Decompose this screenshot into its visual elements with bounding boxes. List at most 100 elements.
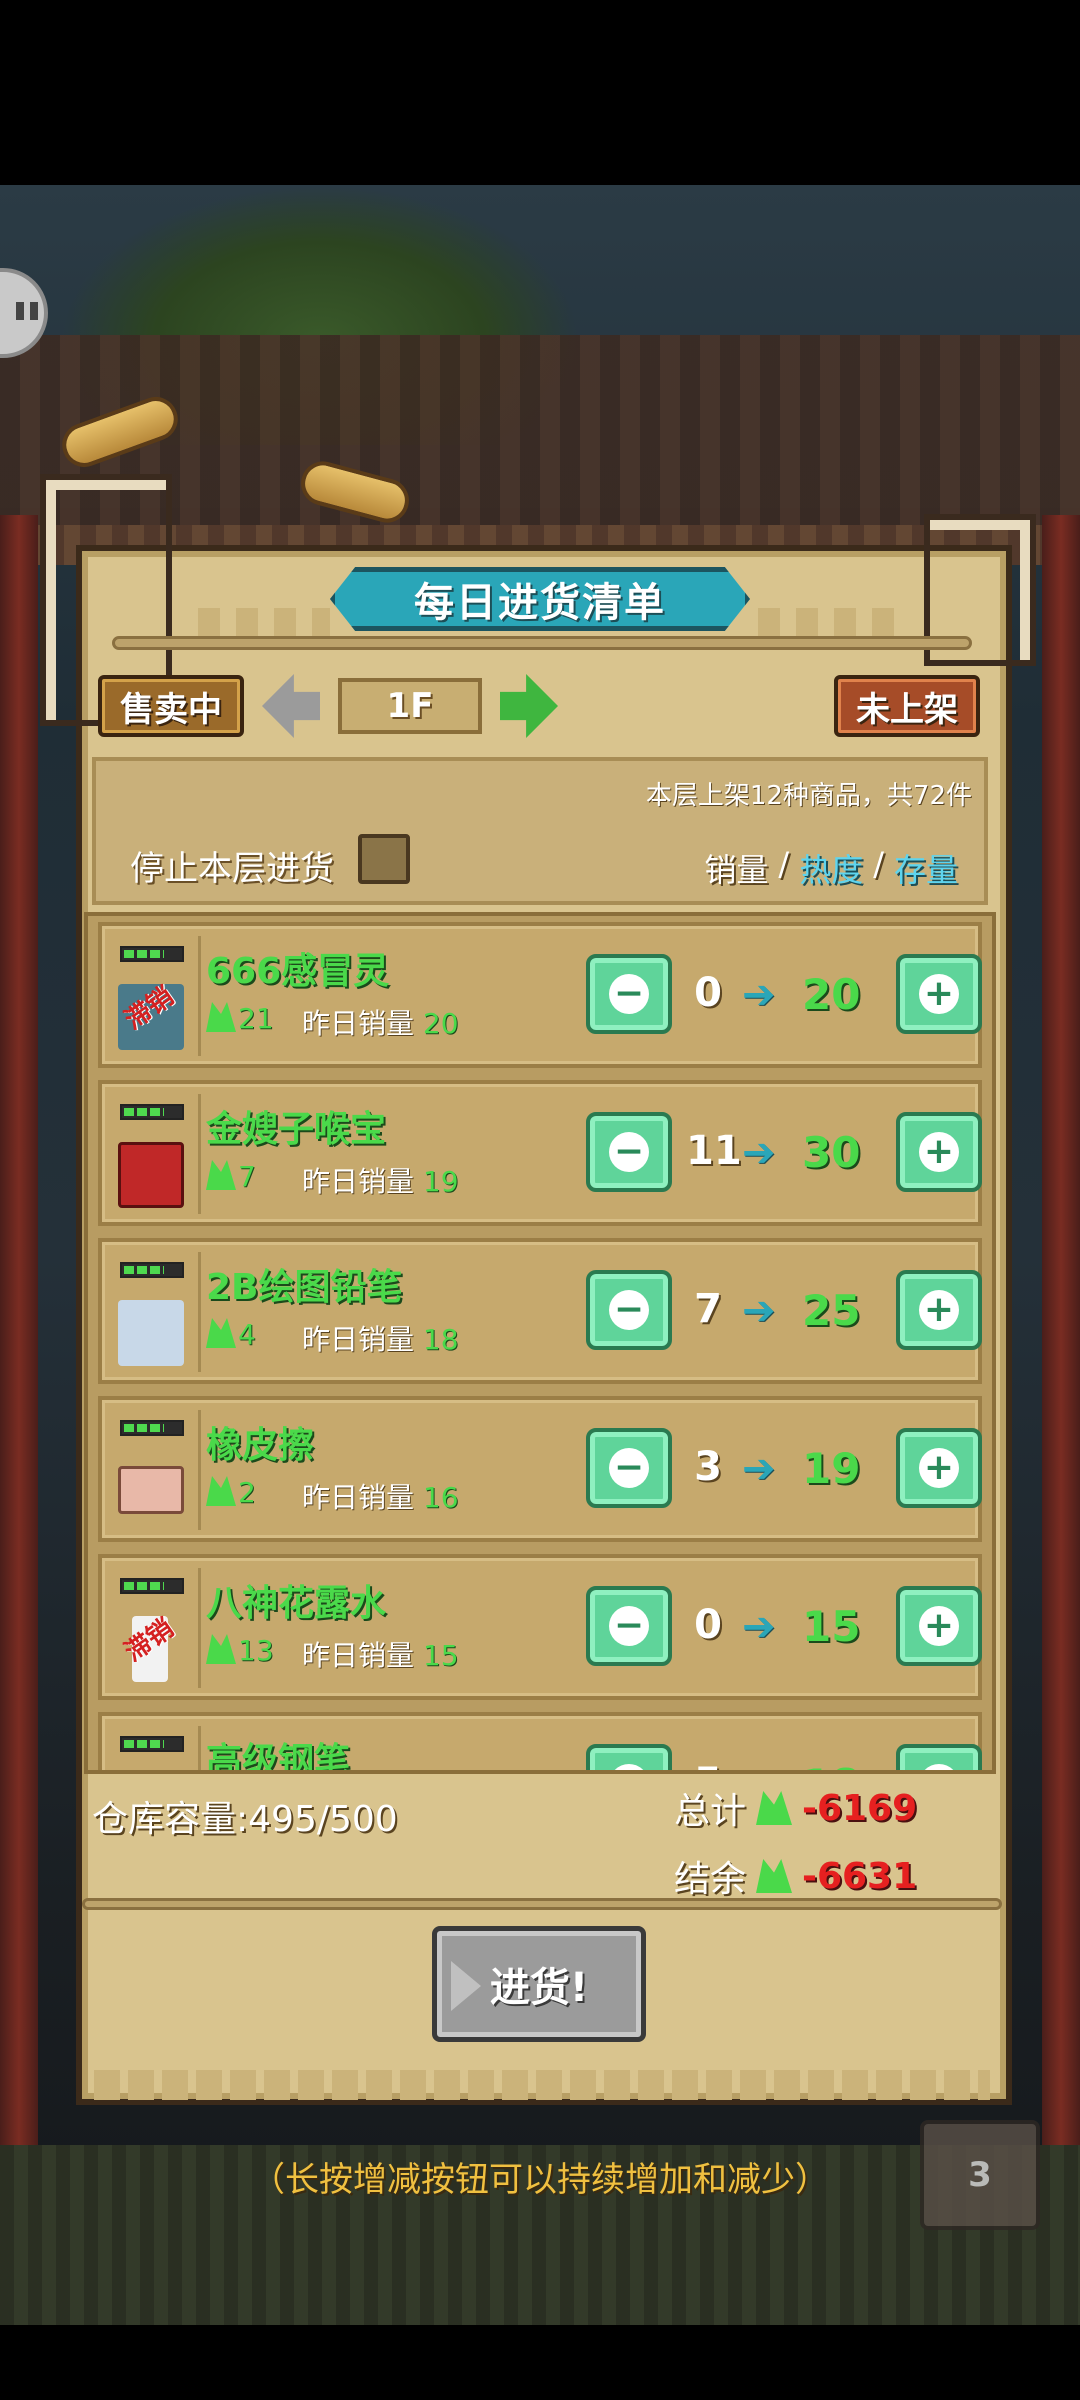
unsold-stamp: 滞销 [119, 1613, 180, 1668]
heat-level-bar [120, 1420, 184, 1436]
yesterday-sales: 昨日销量 15 [302, 1639, 459, 1672]
yesterday-sales: 昨日销量 16 [302, 1481, 459, 1514]
title-divider [112, 636, 972, 650]
target-stock: 25 [802, 1286, 861, 1335]
arrow-right-icon: ➔ [742, 1604, 776, 1650]
chevron-right-icon [451, 1961, 481, 2011]
sort-sales[interactable]: 销量 [704, 845, 768, 891]
left-pillar [0, 515, 38, 2315]
item-name: 橡皮擦 [206, 1425, 315, 1466]
sort-stock[interactable]: 存量 [894, 845, 958, 891]
increase-button[interactable]: + [896, 1744, 982, 1770]
minus-icon: − [609, 1448, 649, 1488]
current-stock: 7 [694, 1286, 722, 1332]
target-stock: 15 [802, 1602, 861, 1651]
target-stock: 30 [802, 1128, 861, 1177]
minus-icon: − [609, 1132, 649, 1172]
sort-heat[interactable]: 热度 [799, 845, 863, 891]
minus-icon: − [609, 1290, 649, 1330]
arrow-right-icon: ➔ [742, 1446, 776, 1492]
current-stock: 0 [694, 970, 722, 1016]
current-stock: 0 [694, 1602, 722, 1648]
sort-options: 销量 / 热度 / 存量 [704, 845, 958, 891]
heat-level-bar [120, 946, 184, 962]
plus-icon: + [919, 1606, 959, 1646]
plus-icon: + [919, 1448, 959, 1488]
cash-icon [206, 1634, 236, 1664]
heat-level-bar [120, 1736, 184, 1752]
plus-icon: + [919, 1764, 959, 1770]
floor-info-box: 本层上架12种商品，共72件 停止本层进货 销量 / 热度 / 存量 [92, 757, 988, 905]
decrease-button[interactable]: − [586, 1112, 672, 1192]
increase-button[interactable]: + [896, 1112, 982, 1192]
list-item: 滞销 666感冒灵 21 昨日销量 20 − 0 ➔ 20 + [98, 922, 982, 1068]
panel-bottom-decoration [90, 2070, 990, 2100]
heat-level-bar [120, 1262, 184, 1278]
throat-lozenge-icon [118, 1142, 184, 1208]
total-cost: 总计 -6169 [674, 1787, 918, 1833]
product-list[interactable]: 滞销 666感冒灵 21 昨日销量 20 − 0 ➔ 20 + 金嫂子喉宝 7 … [84, 912, 996, 1774]
decrease-button[interactable]: − [586, 1744, 672, 1770]
increase-button[interactable]: + [896, 1428, 982, 1508]
heat-level-bar [120, 1578, 184, 1594]
item-name: 金嫂子喉宝 [206, 1109, 387, 1150]
target-stock: 20 [802, 970, 861, 1019]
item-name: 666感冒灵 [206, 951, 390, 992]
cash-icon [756, 1791, 793, 1825]
list-item: 金嫂子喉宝 7 昨日销量 19 − 11 ➔ 30 + [98, 1080, 982, 1226]
item-name: 高级钢笔 [206, 1741, 351, 1774]
arrow-right-icon: ➔ [742, 1762, 776, 1770]
cash-icon [206, 1160, 236, 1190]
list-item: 2B绘图铅笔 4 昨日销量 18 − 7 ➔ 25 + [98, 1238, 982, 1384]
selling-tab-button[interactable]: 售卖中 [98, 675, 244, 737]
arrow-right-icon: ➔ [742, 1288, 776, 1334]
item-heat: 21 [238, 1002, 274, 1035]
remaining-balance: 结余 -6631 [674, 1855, 918, 1901]
yesterday-sales: 昨日销量 20 [302, 1007, 459, 1040]
decrease-button[interactable]: − [586, 954, 672, 1034]
target-stock: 18 [802, 1760, 860, 1770]
increase-button[interactable]: + [896, 1270, 982, 1350]
yesterday-sales: 昨日销量 18 [302, 1323, 459, 1356]
panel-title: 每日进货清单 [330, 567, 750, 631]
current-stock: 3 [694, 1444, 722, 1490]
arrow-right-icon: ➔ [742, 1130, 776, 1176]
bottom-divider [82, 1898, 1002, 1910]
warehouse-capacity: 仓库容量:495/500 [92, 1799, 398, 1840]
current-stock: 5 [686, 1760, 730, 1770]
unlisted-tab-button[interactable]: 未上架 [834, 675, 980, 737]
increase-button[interactable]: + [896, 954, 982, 1034]
book-icon[interactable]: 3 [920, 2120, 1040, 2230]
stop-restock-checkbox[interactable] [358, 834, 410, 884]
right-pillar [1042, 515, 1080, 2315]
decrease-button[interactable]: − [586, 1270, 672, 1350]
cash-icon [206, 1318, 236, 1348]
item-name: 八神花露水 [206, 1583, 387, 1624]
item-name: 2B绘图铅笔 [206, 1267, 403, 1308]
plus-icon: + [919, 1290, 959, 1330]
pencil-icon [118, 1300, 184, 1366]
cash-icon [206, 1476, 236, 1506]
increase-button[interactable]: + [896, 1586, 982, 1666]
minus-icon: − [609, 974, 649, 1014]
minus-icon: − [609, 1606, 649, 1646]
plus-icon: + [919, 974, 959, 1014]
floor-indicator: 1F [338, 678, 482, 734]
eraser-icon [118, 1466, 184, 1514]
target-stock: 19 [802, 1444, 861, 1493]
stop-restock-label: 停止本层进货 [130, 849, 334, 889]
decrease-button[interactable]: − [586, 1586, 672, 1666]
floor-summary: 本层上架12种商品，共72件 [645, 781, 972, 811]
list-item: 高级钢笔 − 5 ➔ 18 + [98, 1712, 982, 1774]
decrease-button[interactable]: − [586, 1428, 672, 1508]
cash-icon [756, 1859, 793, 1893]
minus-icon: − [609, 1764, 649, 1770]
item-heat: 13 [238, 1634, 274, 1667]
arrow-right-icon: ➔ [742, 972, 776, 1018]
item-heat: 7 [238, 1160, 256, 1193]
plus-icon: + [919, 1132, 959, 1172]
list-item: 滞销 八神花露水 13 昨日销量 15 − 0 ➔ 15 + [98, 1554, 982, 1700]
item-heat: 2 [238, 1476, 256, 1509]
cash-icon [206, 1002, 236, 1032]
restock-button[interactable]: 进货! [432, 1926, 646, 2042]
